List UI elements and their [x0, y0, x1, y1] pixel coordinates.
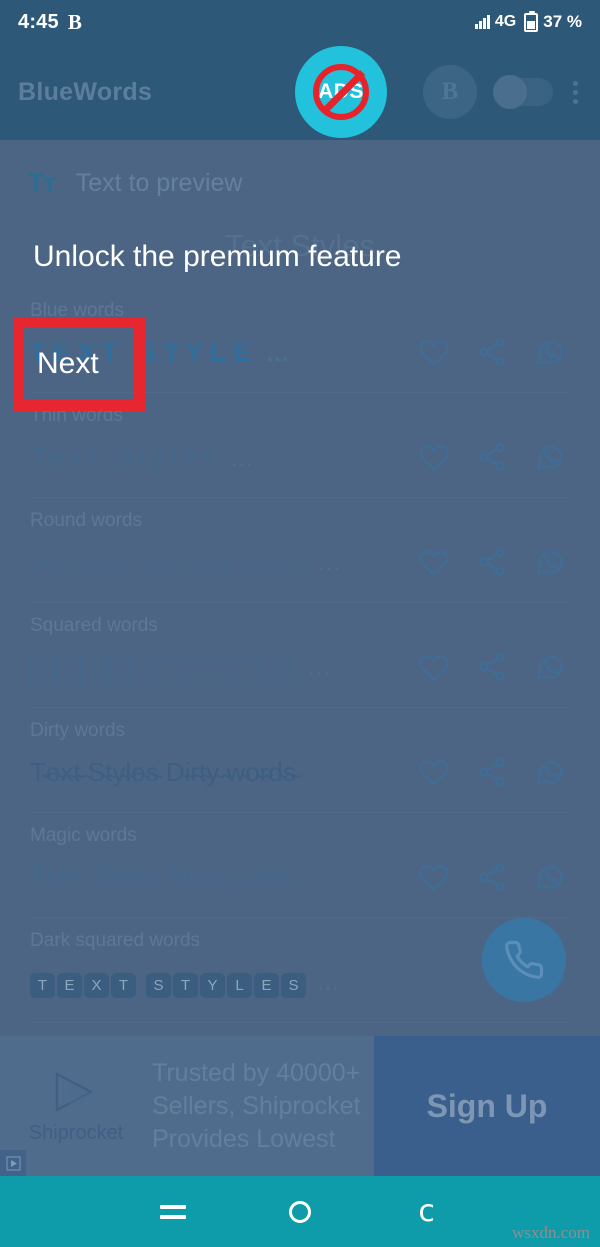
heart-icon[interactable]: [418, 651, 450, 683]
heart-icon[interactable]: [418, 861, 450, 893]
ad-copy: Trusted by 40000+ Sellers, Shiprocket Pr…: [152, 1058, 361, 1153]
battery-icon: [524, 10, 539, 32]
ad-banner[interactable]: Shiprocket Trusted by 40000+ Sellers, Sh…: [0, 1036, 600, 1176]
next-button-highlight: Next: [13, 317, 145, 411]
style-row-actions: [418, 651, 570, 683]
style-row-actions: [418, 546, 570, 578]
status-indicator-b: B: [67, 9, 82, 34]
system-nav-bar: ᴄ: [0, 1176, 600, 1247]
share-icon[interactable]: [476, 336, 508, 368]
style-row-body: T E X T S T Y L E S…: [30, 640, 570, 694]
style-sample-text: Ŧεא† Ṩŧýℓεs Ṃαɢıç ωθя…: [30, 862, 316, 891]
style-row-body: Te x t St y l e s…: [30, 535, 570, 589]
phone-call-icon[interactable]: [482, 918, 566, 1002]
heart-icon[interactable]: [418, 756, 450, 788]
share-icon[interactable]: [476, 546, 508, 578]
ad-choices-icon[interactable]: [0, 1150, 26, 1176]
no-ads-prohibition-icon: [313, 64, 369, 120]
search-input[interactable]: Text to preview: [76, 169, 243, 198]
style-row-label: Magic words: [30, 825, 137, 846]
style-row-actions: [418, 756, 570, 788]
style-row-label: Squared words: [30, 615, 158, 636]
shiprocket-logo-icon: [55, 1072, 93, 1111]
style-row-label: Round words: [30, 510, 142, 531]
style-row-actions: [418, 336, 570, 368]
style-row[interactable]: Magic words Ŧεא† Ṩŧýℓεs Ṃαɢıç ωθя…: [30, 813, 570, 918]
share-icon[interactable]: [476, 756, 508, 788]
style-sample-text: T E X T S T Y L E S…: [30, 966, 534, 998]
whatsapp-icon[interactable]: [534, 546, 566, 578]
heart-icon[interactable]: [418, 441, 450, 473]
style-sample-text: T E X T S T Y L E S…: [30, 651, 418, 683]
watermark: wsxdn.com: [512, 1223, 590, 1242]
back-icon[interactable]: ᴄ: [404, 1189, 450, 1235]
status-bar-right: 4G 37 %: [475, 10, 582, 32]
ad-brand-name: Shiprocket: [28, 1121, 124, 1144]
signal-bars-icon: [475, 15, 490, 29]
heart-icon[interactable]: [418, 336, 450, 368]
style-row-body: Text Styles…: [30, 430, 570, 484]
dialog-title: Unlock the premium feature: [33, 240, 402, 273]
clock: 4:45: [18, 10, 59, 33]
style-sample-text: Te x t St y l e s…: [30, 546, 418, 578]
avatar[interactable]: B: [423, 65, 477, 119]
app-title: BlueWords: [18, 77, 153, 106]
sign-up-button[interactable]: Sign Up: [374, 1036, 600, 1176]
style-sample-text: T̴e̴x̴t̴ ̴S̴t̴y̴l̴e̴s̴ D̴i̴r̴t̴y̴ ̴w̴o̴r…: [30, 756, 296, 787]
premium-dialog: Unlock the premium feature Next: [0, 240, 600, 411]
style-row-actions: [418, 861, 570, 893]
text-format-icon: Tт: [28, 167, 57, 198]
recents-icon[interactable]: [150, 1189, 196, 1235]
status-bar-left: 4:45 B: [18, 10, 82, 35]
kebab-menu-icon[interactable]: [569, 77, 582, 108]
no-ads-badge[interactable]: ADS: [295, 46, 387, 138]
style-row[interactable]: Squared words T E X T S T Y L E S…: [30, 603, 570, 708]
next-button[interactable]: Next: [24, 347, 99, 381]
style-row-label: Dirty words: [30, 720, 126, 741]
share-icon[interactable]: [476, 861, 508, 893]
status-bar: 4:45 B 4G 37 %: [0, 0, 600, 44]
whatsapp-icon[interactable]: [534, 756, 566, 788]
whatsapp-icon[interactable]: [534, 651, 566, 683]
style-row[interactable]: Dirty words T̴e̴x̴t̴ ̴S̴t̴y̴l̴e̴s̴ D̴i̴r̴…: [30, 708, 570, 813]
home-circle-icon[interactable]: [277, 1189, 323, 1235]
whatsapp-icon[interactable]: [534, 336, 566, 368]
app-bar-actions: B: [423, 65, 582, 119]
style-row-body: T̴e̴x̴t̴ ̴S̴t̴y̴l̴e̴s̴ D̴i̴r̴t̴y̴ ̴w̴o̴r…: [30, 745, 570, 799]
share-icon[interactable]: [476, 441, 508, 473]
style-sample-text: Text Styles…: [30, 441, 254, 472]
heart-icon[interactable]: [418, 546, 450, 578]
battery-percent: 37 %: [543, 12, 582, 31]
share-icon[interactable]: [476, 651, 508, 683]
phone-screen: 4:45 B 4G 37 % BlueWords B ADS Tт Text t…: [0, 0, 600, 1247]
style-row[interactable]: Round words Te x t St y l e s…: [30, 498, 570, 603]
whatsapp-icon[interactable]: [534, 861, 566, 893]
style-row-actions: [418, 441, 570, 473]
style-row-body: Ŧεא† Ṩŧýℓεs Ṃαɢıç ωθя…: [30, 850, 570, 904]
network-type: 4G: [494, 13, 517, 30]
theme-toggle[interactable]: [493, 75, 553, 109]
text-preview-input-row[interactable]: Tт Text to preview: [0, 152, 600, 214]
whatsapp-icon[interactable]: [534, 441, 566, 473]
